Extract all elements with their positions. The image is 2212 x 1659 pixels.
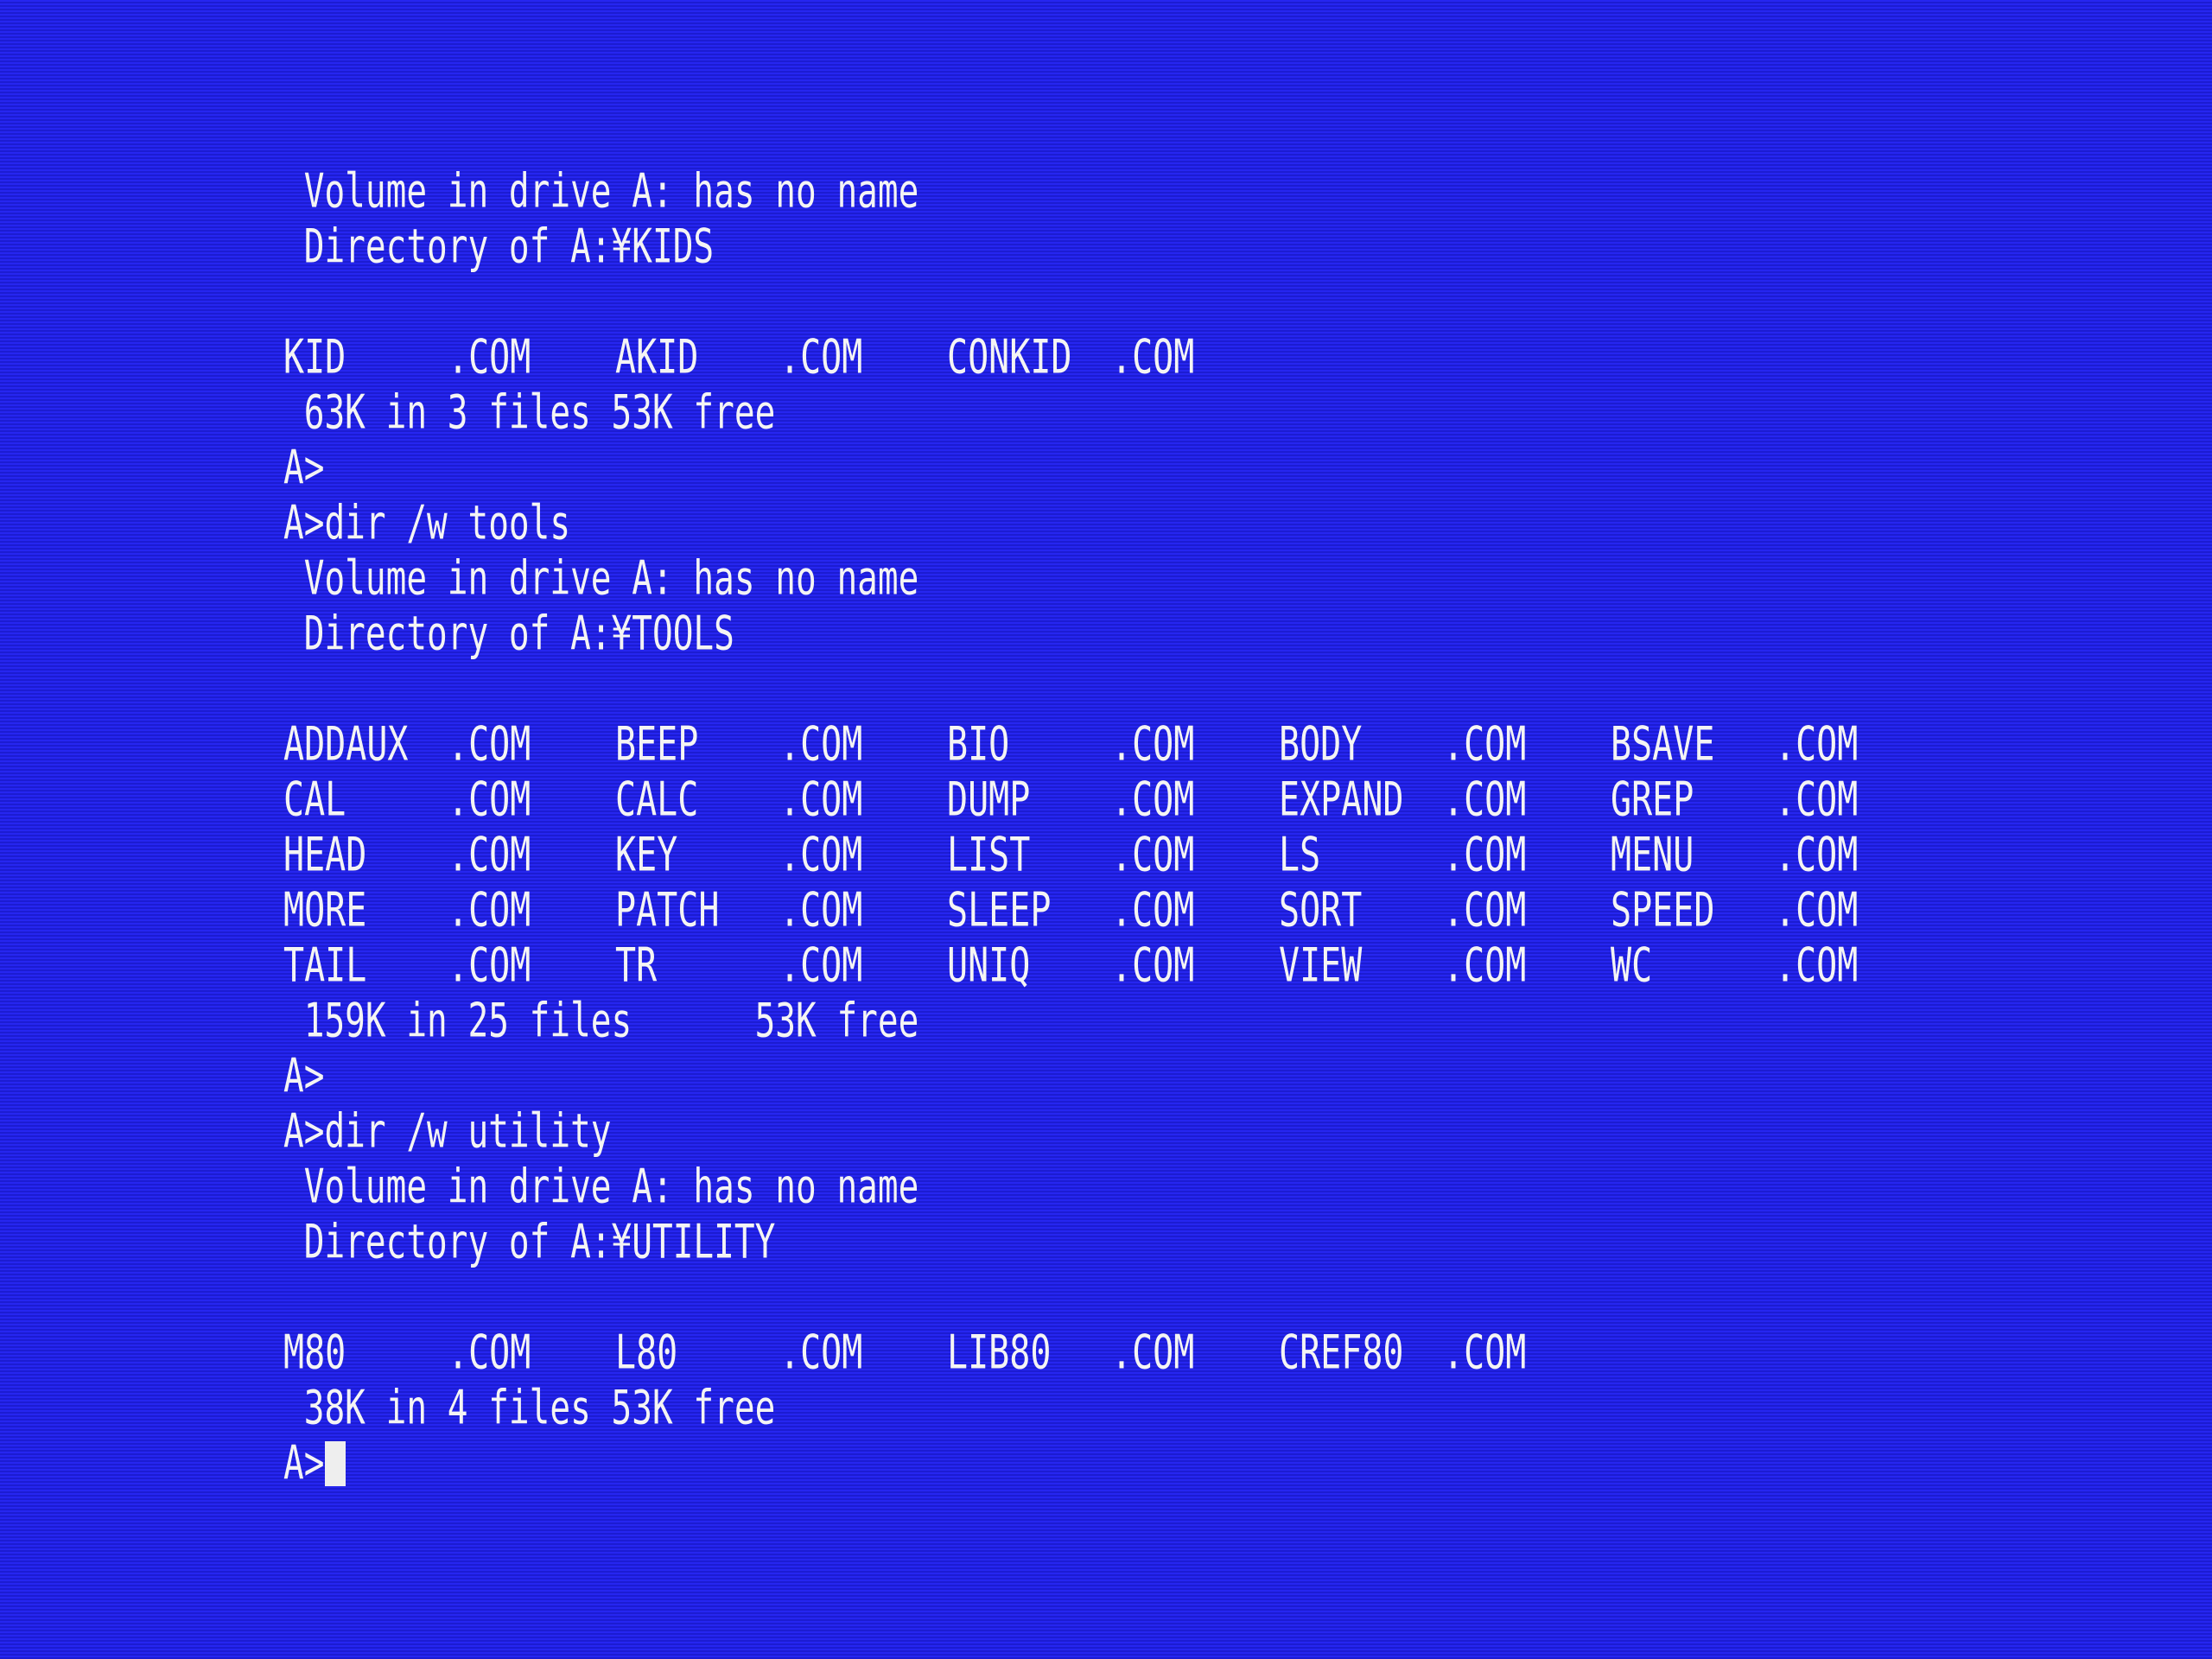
current-prompt-line[interactable]: A> [283, 1436, 2012, 1491]
msx-dos-screen: Volume in drive A: has no name Directory… [0, 0, 2212, 1659]
terminal-output[interactable]: Volume in drive A: has no name Directory… [283, 164, 2012, 1491]
block-cursor-icon [325, 1441, 346, 1486]
current-prompt: A> [283, 1436, 325, 1491]
